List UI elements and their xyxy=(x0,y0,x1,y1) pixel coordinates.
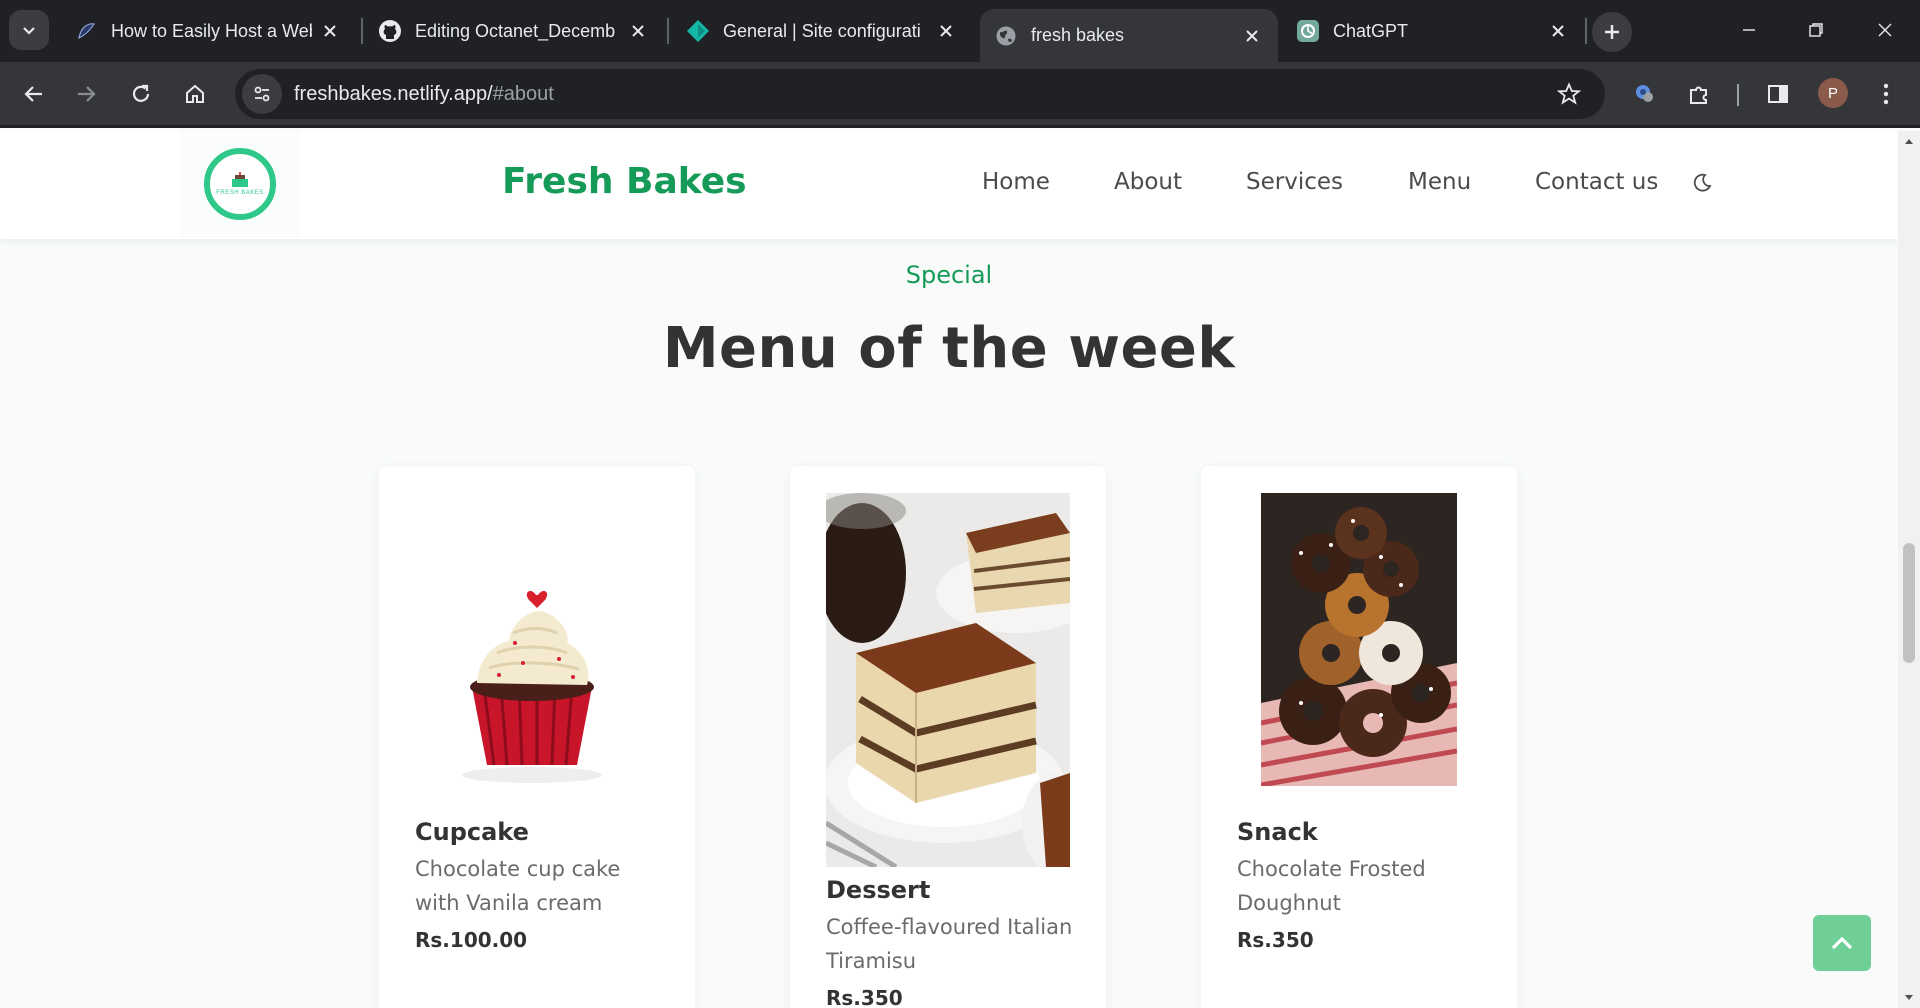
url-host: freshbakes.netlify.app/ xyxy=(294,82,493,105)
site-logo[interactable]: FRESH BAKES xyxy=(180,131,300,237)
nav-about[interactable]: About xyxy=(1114,169,1182,195)
tab-title: fresh bakes xyxy=(1031,25,1125,45)
page-scrollbar[interactable] xyxy=(1898,131,1920,1008)
extensions-menu-button[interactable] xyxy=(1679,74,1719,114)
extension-button[interactable] xyxy=(1625,74,1665,114)
tab-title: How to Easily Host a Web xyxy=(111,20,312,41)
card-name: Snack xyxy=(1237,818,1318,846)
blog-icon xyxy=(74,19,98,43)
card-price: Rs.350 xyxy=(826,986,903,1008)
browser-tab-3[interactable]: General | Site configurati xyxy=(686,9,966,53)
tab-strip: How to Easily Host a Web Editing Octanet… xyxy=(0,0,1920,62)
browser-tab-5[interactable]: ChatGPT xyxy=(1296,9,1578,53)
browser-tab-active[interactable]: fresh bakes xyxy=(980,9,1278,62)
menu-card: Snack Chocolate Frosted Doughnut Rs.350 xyxy=(1201,466,1517,1008)
card-name: Cupcake xyxy=(415,818,529,846)
close-tab-icon[interactable] xyxy=(626,19,650,43)
netlify-icon xyxy=(686,19,710,43)
logo-text: FRESH BAKES xyxy=(216,190,264,196)
doughnuts-image xyxy=(1261,493,1457,786)
tune-icon xyxy=(254,86,270,102)
bookmark-button[interactable] xyxy=(1549,74,1589,114)
tab-title: Editing Octanet_Decemb xyxy=(415,20,616,41)
chatgpt-icon xyxy=(1296,19,1320,43)
scroll-up-arrow[interactable] xyxy=(1903,135,1915,147)
reload-button[interactable] xyxy=(121,74,161,114)
browser-tab-2[interactable]: Editing Octanet_Decemb xyxy=(378,9,658,53)
arrow-left-icon xyxy=(24,86,42,102)
forward-button[interactable] xyxy=(66,74,106,114)
dark-mode-toggle[interactable] xyxy=(1688,169,1716,197)
card-price: Rs.100.00 xyxy=(415,928,528,952)
side-panel-button[interactable] xyxy=(1758,74,1798,114)
restore-icon xyxy=(1809,23,1823,37)
back-button[interactable] xyxy=(14,74,54,114)
reload-icon xyxy=(132,84,150,102)
translate-extension-icon xyxy=(1636,85,1653,102)
brand-name[interactable]: Fresh Bakes xyxy=(502,161,747,202)
tab-separator xyxy=(361,18,363,44)
toolbar-divider xyxy=(1737,84,1739,106)
card-description: Chocolate cup cake with Vanila cream xyxy=(415,857,621,915)
close-tab-icon[interactable] xyxy=(1546,19,1570,43)
chevron-down-icon xyxy=(23,27,35,35)
card-description: Chocolate Frosted Doughnut xyxy=(1237,857,1426,915)
close-tab-icon[interactable] xyxy=(934,19,958,43)
minimize-button[interactable] xyxy=(1729,14,1769,46)
nav-home[interactable]: Home xyxy=(982,169,1050,195)
home-button[interactable] xyxy=(175,74,215,114)
puzzle-icon xyxy=(1690,86,1707,104)
moon-icon xyxy=(1693,173,1712,192)
menu-card: Dessert Coffee-flavoured Italian Tiramis… xyxy=(790,466,1106,1008)
plus-icon xyxy=(1605,25,1619,39)
nav-menu[interactable]: Menu xyxy=(1408,169,1471,195)
browser-tab-1[interactable]: How to Easily Host a Web xyxy=(70,9,350,53)
home-icon xyxy=(186,84,204,103)
scroll-down-arrow[interactable] xyxy=(1903,992,1915,1004)
tab-title: General | Site configurati xyxy=(723,20,921,41)
scroll-to-top-button[interactable] xyxy=(1813,915,1871,971)
card-description: Coffee-flavoured Italian Tiramisu xyxy=(826,915,1073,973)
close-tab-icon[interactable] xyxy=(318,19,342,43)
restore-button[interactable] xyxy=(1796,14,1836,46)
close-window-button[interactable] xyxy=(1865,14,1905,46)
nav-contact[interactable]: Contact us xyxy=(1535,169,1658,195)
close-tab-icon[interactable] xyxy=(1240,24,1264,48)
more-vertical-icon xyxy=(1883,83,1889,105)
section-title: Menu of the week xyxy=(662,316,1236,381)
browser-menu-button[interactable] xyxy=(1866,74,1906,114)
logo-ring: FRESH BAKES xyxy=(204,148,276,220)
tab-title: ChatGPT xyxy=(1333,20,1409,41)
star-icon xyxy=(1557,82,1581,105)
minimize-icon xyxy=(1743,29,1755,31)
profile-avatar[interactable]: P xyxy=(1818,78,1848,108)
section-kicker: Special xyxy=(905,261,993,289)
github-icon xyxy=(378,19,402,43)
arrow-right-icon xyxy=(78,86,96,102)
browser-toolbar: freshbakes.netlify.app/#about P xyxy=(0,62,1920,128)
cake-icon xyxy=(232,172,248,187)
card-name: Dessert xyxy=(826,876,931,904)
new-tab-button[interactable] xyxy=(1592,12,1632,52)
tab-search-button[interactable] xyxy=(9,10,49,50)
close-icon xyxy=(1878,23,1892,37)
page-viewport: FRESH BAKES Fresh Bakes Home About Servi… xyxy=(0,131,1898,1008)
nav-services[interactable]: Services xyxy=(1246,169,1343,195)
address-bar[interactable]: freshbakes.netlify.app/#about xyxy=(235,69,1605,119)
cupcake-image xyxy=(439,493,625,790)
chevron-up-icon xyxy=(1831,936,1853,950)
site-header: FRESH BAKES Fresh Bakes Home About Servi… xyxy=(0,131,1898,239)
globe-icon xyxy=(994,24,1018,48)
tiramisu-image xyxy=(826,493,1070,867)
site-info-button[interactable] xyxy=(242,74,282,114)
tab-separator xyxy=(667,18,669,44)
side-panel-icon xyxy=(1768,85,1788,103)
menu-card: Cupcake Chocolate cup cake with Vanila c… xyxy=(379,466,695,1008)
url-path: #about xyxy=(492,82,554,105)
url-text: freshbakes.netlify.app/#about xyxy=(294,83,554,106)
card-price: Rs.350 xyxy=(1237,928,1314,952)
scrollbar-thumb[interactable] xyxy=(1903,543,1915,663)
tab-separator xyxy=(1585,18,1587,44)
